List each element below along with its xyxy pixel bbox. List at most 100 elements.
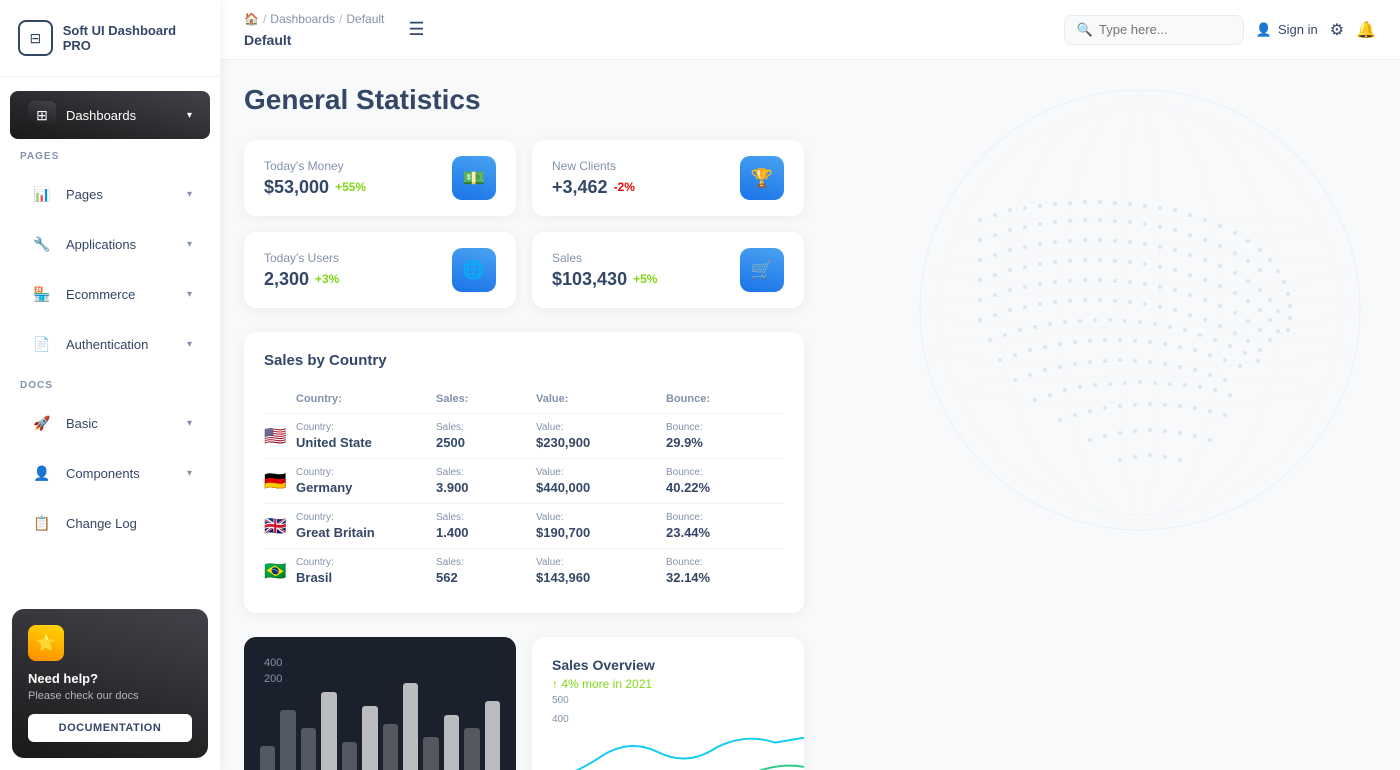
stat-label-users: Today's Users [264,251,339,265]
breadcrumb-path: 🏠 / Dashboards / Default [244,12,384,26]
flag-de: 🇩🇪 [264,471,296,492]
main-area: 🏠 / Dashboards / Default Default ☰ 🔍 👤 S… [220,0,1400,770]
country-name-de: Germany [296,480,436,495]
col-header-country: Country: [296,393,436,405]
bar-chart-bars [260,683,500,770]
bar-chart-y-400: 400 [264,657,496,669]
stat-info-money: Today's Money $53,000 +55% [264,159,366,198]
chevron-down-icon: ▾ [187,189,192,200]
bar-chart-card: 400 200 0 [244,637,516,770]
stat-card-clients: New Clients +3,462 -2% 🏆 [532,140,804,216]
sales-by-country-card: Sales by Country Country: Sales: Value: … [244,332,804,613]
sidebar-section-pages: PAGES [0,141,220,168]
col-header-sales: Sales: [436,393,536,405]
applications-icon: 🔧 [28,230,56,258]
users-icon: 🌐 [452,248,496,292]
sidebar-item-components[interactable]: 👤 Components ▾ [10,449,210,497]
sidebar-item-label: Applications [66,237,136,252]
breadcrumb: 🏠 / Dashboards / Default Default [244,12,384,48]
sales-table-header: Country: Sales: Value: Bounce: [264,385,784,414]
sales-icon: 🛒 [740,248,784,292]
stat-info-clients: New Clients +3,462 -2% [552,159,635,198]
search-input[interactable] [1099,22,1231,37]
stat-info-sales: Sales $103,430 +5% [552,251,657,290]
bounce-br: 32.14% [666,570,786,585]
globe-decoration [780,60,1400,560]
sidebar-item-label: Authentication [66,337,148,352]
flag-br: 🇧🇷 [264,561,296,582]
country-name-br: Brasil [296,570,436,585]
sidebar-item-ecommerce[interactable]: 🏪 Ecommerce ▾ [10,270,210,318]
table-row: 🇬🇧 Country: Great Britain Sales: 1.400 V… [264,504,784,549]
content-area: General Statistics Today's Money $53,000… [220,60,1400,770]
sidebar-item-dashboards[interactable]: ⊞ Dashboards ▾ [10,91,210,139]
documentation-button[interactable]: DOCUMENTATION [28,714,192,742]
header: 🏠 / Dashboards / Default Default ☰ 🔍 👤 S… [220,0,1400,60]
notifications-icon[interactable]: 🔔 [1356,20,1376,40]
changelog-icon: 📋 [28,509,56,537]
help-star-icon: ⭐ [28,625,64,661]
value-gb: $190,700 [536,525,666,540]
stat-label-money: Today's Money [264,159,366,173]
page-title-header: Default [244,32,291,48]
chevron-down-icon: ▾ [187,418,192,429]
value-br: $143,960 [536,570,666,585]
chevron-down-icon: ▾ [187,468,192,479]
logo-text: Soft UI Dashboard PRO [63,23,202,53]
sidebar-help-card: ⭐ Need help? Please check our docs DOCUM… [12,609,208,758]
sales-y-400: 400 [552,714,784,725]
stats-grid: Today's Money $53,000 +55% 💵 New Clients… [244,140,804,308]
sidebar-item-label: Basic [66,416,98,431]
sidebar-item-pages[interactable]: 📊 Pages ▾ [10,170,210,218]
stat-label-clients: New Clients [552,159,635,173]
ecommerce-icon: 🏪 [28,280,56,308]
sales-br: 562 [436,570,536,585]
stat-label-sales: Sales [552,251,657,265]
components-icon: 👤 [28,459,56,487]
sidebar-section-docs: DOCS [0,370,220,397]
home-icon: 🏠 [244,12,259,26]
sidebar-item-basic[interactable]: 🚀 Basic ▾ [10,399,210,447]
sales-gb: 1.400 [436,525,536,540]
dashboards-icon: ⊞ [28,101,56,129]
basic-icon: 🚀 [28,409,56,437]
country-name-us: United State [296,435,436,450]
help-title: Need help? [28,671,192,686]
sidebar-item-applications[interactable]: 🔧 Applications ▾ [10,220,210,268]
stat-card-money: Today's Money $53,000 +55% 💵 [244,140,516,216]
authentication-icon: 📄 [28,330,56,358]
stat-change-users: +3% [315,272,339,286]
stat-card-users: Today's Users 2,300 +3% 🌐 [244,232,516,308]
stat-card-sales: Sales $103,430 +5% 🛒 [532,232,804,308]
sidebar-item-changelog[interactable]: 📋 Change Log [10,499,210,547]
menu-icon[interactable]: ☰ [408,19,424,40]
value-us: $230,900 [536,435,666,450]
bounce-us: 29.9% [666,435,786,450]
sales-us: 2500 [436,435,536,450]
separator-2: / [339,12,342,26]
sales-y-500: 500 [552,695,784,706]
chevron-down-icon: ▾ [187,289,192,300]
header-right: 🔍 👤 Sign in ⚙ 🔔 [1064,15,1376,45]
search-box[interactable]: 🔍 [1064,15,1244,45]
sidebar-nav: ⊞ Dashboards ▾ PAGES 📊 Pages ▾ 🔧 Applica… [0,77,220,597]
table-row: 🇺🇸 Country: United State Sales: 2500 Val… [264,414,784,459]
sidebar-item-authentication[interactable]: 📄 Authentication ▾ [10,320,210,368]
bounce-de: 40.22% [666,480,786,495]
user-icon: 👤 [1256,22,1272,38]
table-row: 🇧🇷 Country: Brasil Sales: 562 Value: $14… [264,549,784,593]
sidebar-item-label: Change Log [66,516,137,531]
sign-in-button[interactable]: 👤 Sign in [1256,22,1318,38]
sales-overview-card: Sales Overview ↑ 4% more in 2021 500 400 [532,637,804,770]
flag-gb: 🇬🇧 [264,516,296,537]
table-row: 🇩🇪 Country: Germany Sales: 3.900 Value: … [264,459,784,504]
settings-icon[interactable]: ⚙ [1330,20,1344,40]
chevron-down-icon: ▾ [187,339,192,350]
breadcrumb-leaf: Default [346,12,384,26]
sales-table-title: Sales by Country [264,352,784,369]
stat-value-users: 2,300 [264,269,309,290]
breadcrumb-parent: Dashboards [270,12,335,26]
col-header-bounce: Bounce: [666,393,786,405]
chevron-down-icon: ▾ [187,110,192,121]
separator-1: / [263,12,266,26]
